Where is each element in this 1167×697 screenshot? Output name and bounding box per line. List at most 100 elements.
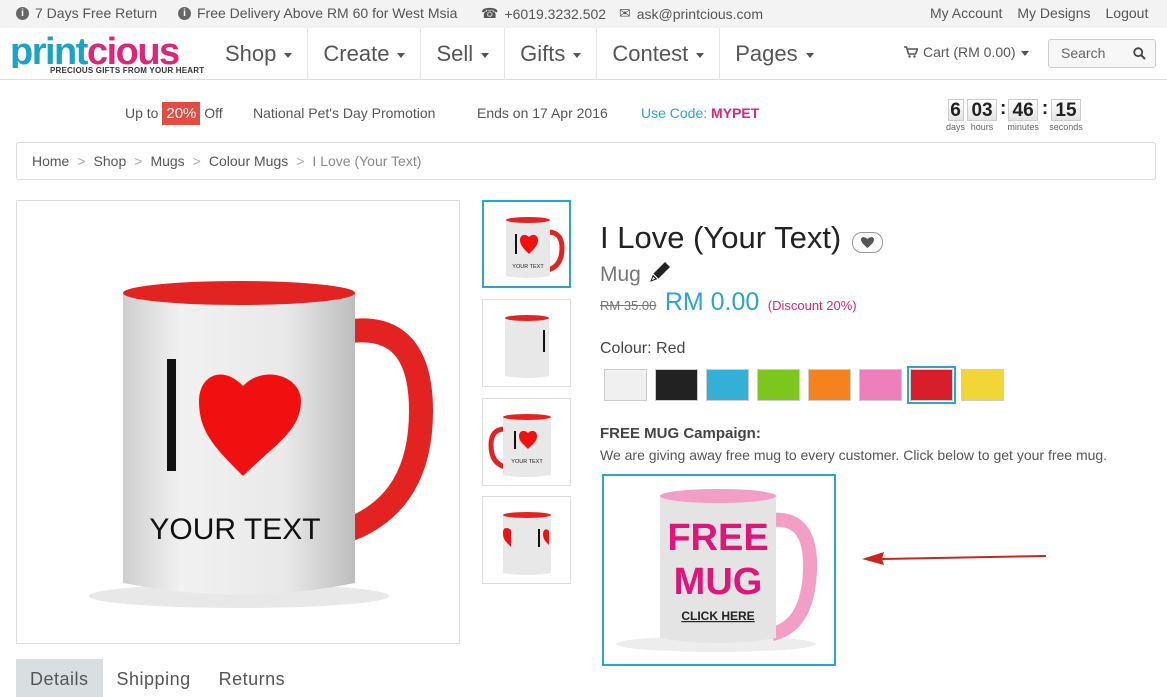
free-mug-line1: FREE — [667, 517, 768, 559]
tab-shipping[interactable]: Shipping — [103, 659, 205, 697]
countdown-minutes: 46 — [1008, 99, 1039, 121]
logout-link[interactable]: Logout — [1106, 5, 1149, 21]
colour-swatch[interactable] — [961, 369, 1004, 401]
current-price: RM 0.00 — [664, 288, 760, 316]
free-return-text: 7 Days Free Return — [35, 5, 158, 21]
free-delivery-text: Free Delivery Above RM 60 for West Msia — [197, 5, 458, 21]
breadcrumb-home[interactable]: Home — [32, 153, 69, 179]
colour-swatch[interactable] — [706, 369, 749, 401]
phone-text: +6019.3232.502 — [504, 5, 607, 22]
menu-bar: Shop Create Sell Gifts Contest Pages — [210, 28, 829, 80]
colour-swatch[interactable] — [757, 369, 800, 401]
tab-returns[interactable]: Returns — [205, 659, 300, 697]
menu-pages[interactable]: Pages — [720, 28, 828, 80]
printcious-logo[interactable]: printcious PRECIOUS GIFTS FROM YOUR HEAR… — [10, 31, 205, 76]
menu-gifts[interactable]: Gifts — [505, 28, 598, 80]
discount-badge: 20% — [162, 102, 201, 125]
countdown-hours: 03 — [967, 99, 998, 121]
product-type: Mug — [600, 259, 673, 287]
svg-text:printcious: printcious — [10, 34, 179, 68]
discount-text: (Discount 20%) — [767, 298, 857, 313]
mug-thumbnail-icon: YOUR TEXT — [488, 414, 551, 477]
promo-ends: Ends on 17 Apr 2016 — [477, 105, 608, 121]
mug-thumbnail-icon — [503, 512, 551, 575]
free-delivery-info: i Free Delivery Above RM 60 for West Msi… — [178, 5, 457, 21]
breadcrumb-current: I Love (Your Text) — [312, 153, 422, 169]
menu-contest[interactable]: Contest — [597, 28, 721, 80]
thumbnail-3[interactable]: YOUR TEXT — [482, 398, 571, 486]
free-mug-cta: CLICK HERE — [681, 609, 754, 623]
breadcrumb: Home > Shop > Mugs > Colour Mugs > I Love (Y… — [16, 142, 1156, 180]
thumbnail-1[interactable]: YOUR TEXT — [482, 200, 571, 288]
colour-swatch[interactable] — [655, 369, 698, 401]
product-tabs: Details Shipping Returns — [16, 659, 299, 697]
email-info: ✉ ask@printcious.com — [619, 5, 763, 22]
svg-text:YOUR TEXT: YOUR TEXT — [511, 459, 543, 465]
logo-tagline: PRECIOUS GIFTS FROM YOUR HEART — [50, 66, 205, 75]
colour-label: Colour: Red — [600, 340, 686, 357]
mug-thumbnail-icon: YOUR TEXT — [506, 217, 565, 278]
envelope-icon: ✉ — [619, 5, 631, 21]
caret-down-icon — [573, 53, 582, 58]
account-links: My Account My Designs Logout — [930, 5, 1148, 21]
search-label: Search — [1061, 45, 1106, 61]
top-bar: i 7 Days Free Return i Free Delivery Abo… — [0, 0, 1167, 28]
old-price: RM 35.00 — [600, 298, 657, 313]
free-mug-banner[interactable]: FREE MUG CLICK HERE — [602, 474, 836, 666]
breadcrumb-shop[interactable]: Shop — [94, 153, 127, 179]
heart-icon — [861, 237, 874, 248]
cart-dropdown[interactable]: Cart (RM 0.00) — [904, 44, 1029, 60]
promo-discount: Up to 20% Off — [125, 102, 223, 125]
colour-swatch[interactable] — [859, 369, 902, 401]
svg-text:YOUR TEXT: YOUR TEXT — [512, 264, 544, 270]
main-nav: printcious PRECIOUS GIFTS FROM YOUR HEAR… — [0, 28, 1167, 80]
info-icon: i — [178, 6, 191, 20]
pencil-icon[interactable] — [647, 259, 673, 285]
promo-name: National Pet's Day Promotion — [253, 105, 436, 121]
caret-down-icon — [481, 53, 490, 58]
wishlist-button[interactable] — [852, 232, 883, 253]
free-return-info: i 7 Days Free Return — [16, 5, 157, 21]
colour-swatch[interactable] — [907, 366, 956, 404]
caret-down-icon — [1020, 51, 1029, 56]
search-icon — [1133, 47, 1146, 60]
thumbnail-2[interactable] — [482, 299, 571, 387]
free-mug-line2: MUG — [674, 561, 763, 603]
price-block: RM 35.00 RM 0.00 (Discount 20%) — [600, 288, 857, 317]
free-mug-description: We are giving away free mug to every cus… — [600, 447, 1108, 463]
product-main-image[interactable]: YOUR TEXT — [16, 200, 460, 644]
breadcrumb-colour-mugs[interactable]: Colour Mugs — [209, 153, 288, 179]
search-button[interactable]: Search — [1048, 39, 1156, 68]
logo-wordmark: printcious — [10, 31, 181, 73]
menu-sell[interactable]: Sell — [421, 28, 506, 80]
phone-icon: ☎ — [481, 5, 499, 21]
colour-swatch[interactable] — [604, 369, 647, 401]
caret-down-icon — [696, 53, 705, 58]
mug-thumbnail-icon — [505, 315, 549, 378]
product-title: I Love (Your Text) — [600, 220, 842, 255]
caret-down-icon — [805, 53, 814, 58]
cart-icon — [904, 46, 918, 58]
caret-down-icon — [284, 53, 293, 58]
email-text: ask@printcious.com — [636, 5, 763, 22]
countdown-seconds: 15 — [1050, 99, 1081, 121]
tab-details[interactable]: Details — [16, 659, 103, 697]
promo-code: Use Code: MYPET — [641, 105, 760, 121]
mug-print-text: YOUR TEXT — [149, 513, 320, 546]
cart-label: Cart (RM 0.00) — [923, 44, 1016, 60]
free-mug-image: FREE MUG CLICK HERE — [616, 489, 818, 652]
mug-image: YOUR TEXT — [89, 281, 434, 608]
my-designs-link[interactable]: My Designs — [1017, 5, 1090, 21]
menu-create[interactable]: Create — [308, 28, 422, 80]
menu-shop[interactable]: Shop — [210, 28, 309, 80]
thumbnail-4[interactable] — [482, 496, 571, 584]
caret-down-icon — [397, 53, 406, 58]
countdown-days: 6 — [947, 99, 964, 121]
colour-swatch[interactable] — [808, 369, 851, 401]
info-icon: i — [16, 6, 29, 20]
breadcrumb-mugs[interactable]: Mugs — [150, 153, 184, 179]
countdown-timer: 6 days 03 hours : 46 minutes : 15 seconds — [946, 98, 1083, 133]
my-account-link[interactable]: My Account — [930, 5, 1002, 21]
free-mug-title: FREE MUG Campaign: — [600, 425, 761, 442]
arrow-left-icon — [862, 552, 1047, 565]
